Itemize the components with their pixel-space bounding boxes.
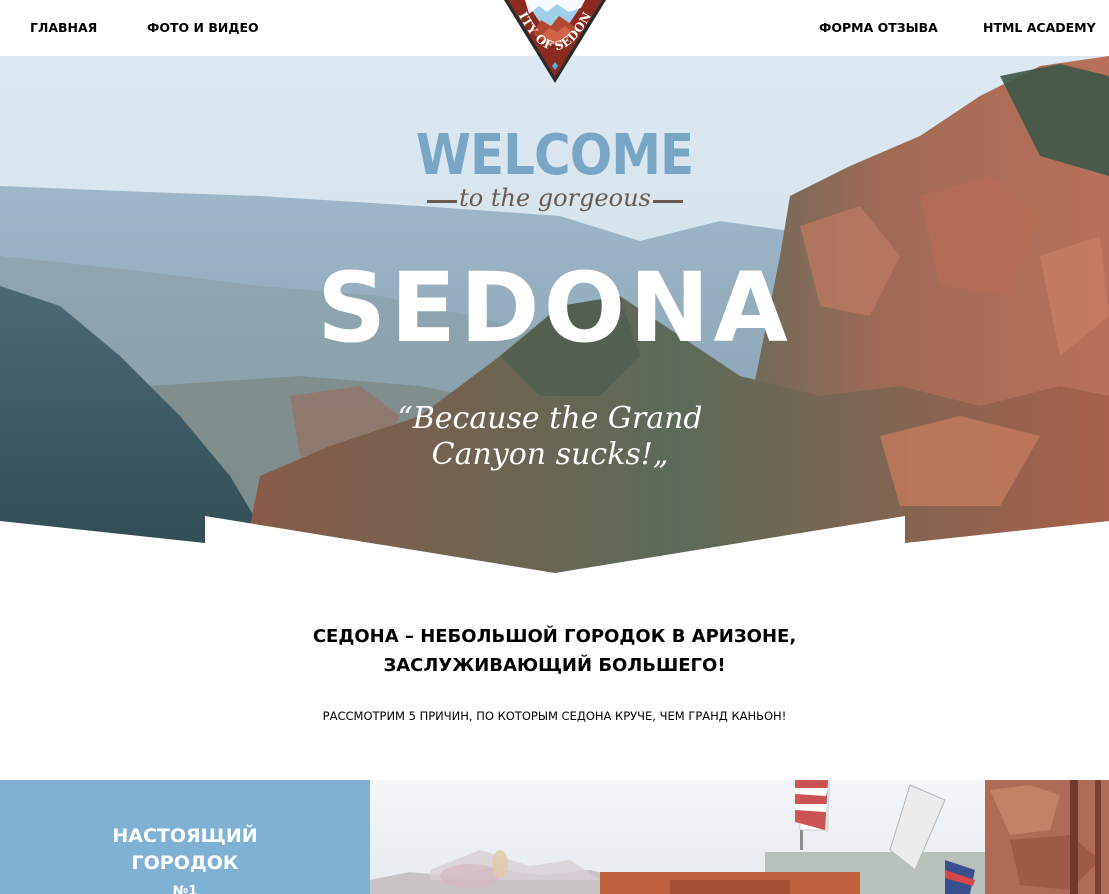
- hero-quote-line-2: Canyon sucks!„: [431, 437, 669, 472]
- hero-subtitle-row: to the gorgeous: [427, 184, 683, 220]
- nav-link-home[interactable]: ГЛАВНАЯ: [30, 20, 97, 35]
- hero-quote-line-1: “Because the Grand: [397, 401, 703, 436]
- intro-title-line-2: ЗАСЛУЖИВАЮЩИЙ БОЛЬШЕГО!: [383, 655, 726, 676]
- nav-link-feedback-form[interactable]: ФОРМА ОТЗЫВА: [819, 20, 938, 35]
- intro-title: СЕДОНА – НЕБОЛЬШОЙ ГОРОДОК В АРИЗОНЕ, ЗА…: [0, 622, 1109, 680]
- intro-subtitle: РАССМОТРИМ 5 ПРИЧИН, ПО КОТОРЫМ СЕДОНА К…: [322, 709, 787, 723]
- feature-number: №1: [172, 884, 198, 894]
- nav-link-html-academy[interactable]: HTML ACADEMY: [983, 20, 1096, 35]
- feature-title-line-2: ГОРОДОК: [131, 852, 239, 874]
- hero-title: SEDONA: [317, 252, 792, 364]
- intro-title-line-1: СЕДОНА – НЕБОЛЬШОЙ ГОРОДОК В АРИЗОНЕ,: [312, 626, 797, 647]
- nav-link-photo-video[interactable]: ФОТО И ВИДЕО: [147, 20, 259, 35]
- hero-welcome-text: WELCOME: [415, 122, 694, 188]
- hero-quote: “Because the Grand Canyon sucks!„: [395, 401, 705, 473]
- feature-photo: [370, 780, 1109, 894]
- subtitle-right-line: [653, 200, 683, 203]
- feature-title: НАСТОЯЩИЙ ГОРОДОК: [0, 823, 370, 877]
- city-of-sedona-logo[interactable]: CITY OF SEDONA: [497, 0, 607, 84]
- feature-title-line-1: НАСТОЯЩИЙ: [112, 825, 258, 847]
- feature-card-1: НАСТОЯЩИЙ ГОРОДОК №1: [0, 780, 370, 894]
- hero-section: WELCOME to the gorgeous SEDONA “Because …: [0, 56, 1109, 576]
- hero-subtitle: to the gorgeous: [459, 184, 651, 212]
